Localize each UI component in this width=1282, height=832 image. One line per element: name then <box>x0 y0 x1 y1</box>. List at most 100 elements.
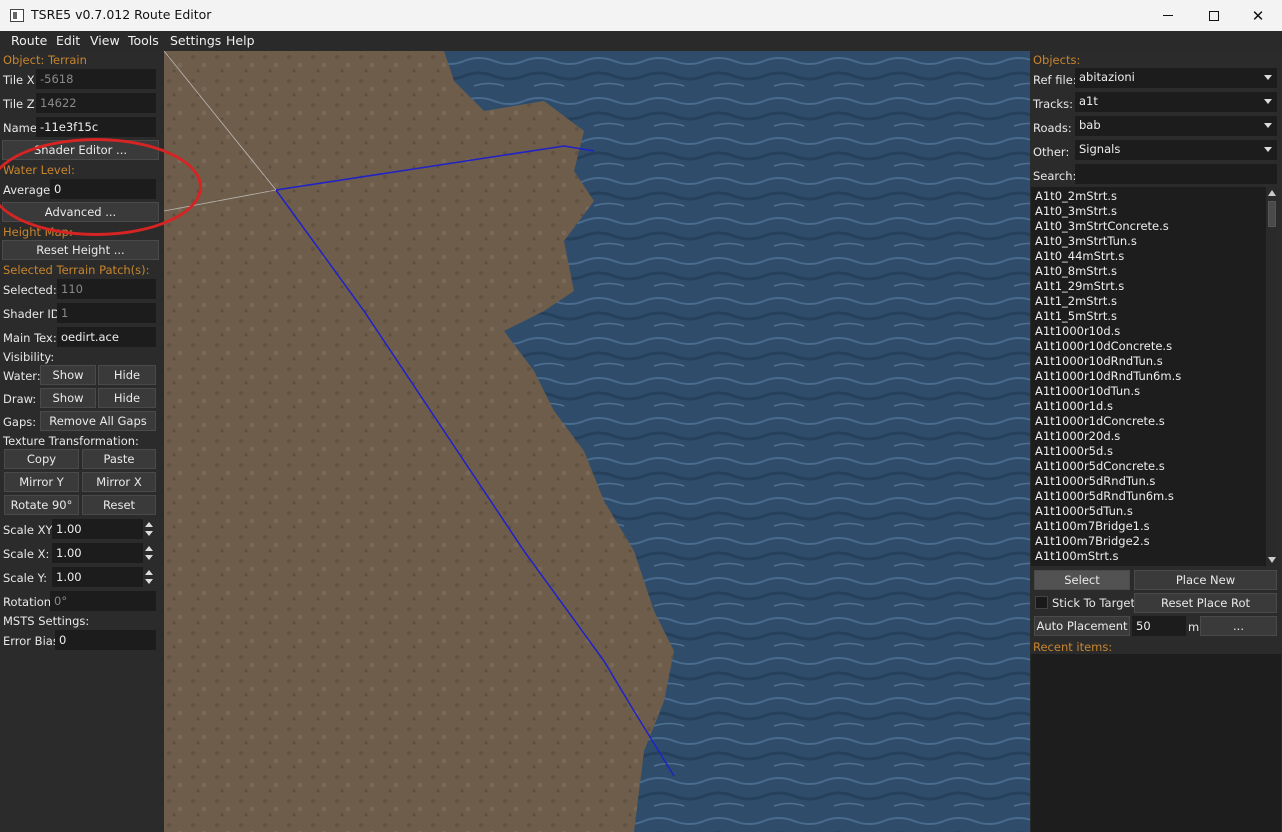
water-hide-button[interactable]: Hide <box>98 365 156 385</box>
stick-to-target-checkbox[interactable] <box>1035 596 1048 609</box>
list-item[interactable]: A1t1000r1d.s <box>1035 399 1113 413</box>
list-item[interactable]: A1t100m7Bridge2.s <box>1035 534 1150 548</box>
maximize-button[interactable] <box>1191 0 1237 31</box>
list-item[interactable]: A1t1000r10d.s <box>1035 324 1120 338</box>
place-new-button[interactable]: Place New <box>1134 570 1277 590</box>
list-item[interactable]: A1t0_2mStrt.s <box>1035 189 1117 203</box>
other-value: Signals <box>1079 142 1121 156</box>
reset-place-rot-button[interactable]: Reset Place Rot <box>1134 593 1277 613</box>
scale-y-stepper[interactable] <box>144 567 155 587</box>
scale-x-field[interactable]: 1.00 <box>52 543 143 563</box>
chevron-down-icon <box>1264 147 1272 152</box>
remove-all-gaps-button[interactable]: Remove All Gaps <box>40 411 156 431</box>
list-item[interactable]: A1t1000r10dRndTun6m.s <box>1035 369 1181 383</box>
msts-settings-label: MSTS Settings: <box>3 614 90 628</box>
menu-tools[interactable]: Tools <box>128 33 159 48</box>
list-item[interactable]: A1t1_2mStrt.s <box>1035 294 1117 308</box>
scroll-thumb[interactable] <box>1268 201 1276 227</box>
list-item[interactable]: A1t1000r10dRndTun.s <box>1035 354 1163 368</box>
name-field[interactable]: -11e3f15c <box>36 117 156 137</box>
other-dropdown[interactable]: Signals <box>1075 140 1277 160</box>
minimize-button[interactable] <box>1145 0 1191 31</box>
list-item[interactable]: A1t0_8mStrt.s <box>1035 264 1117 278</box>
copy-button[interactable]: Copy <box>4 449 79 469</box>
menu-edit[interactable]: Edit <box>56 33 80 48</box>
placement-distance-field[interactable]: 50 <box>1132 616 1186 636</box>
scale-xy-stepper[interactable] <box>144 519 155 539</box>
scale-xy-label: Scale XY <box>3 523 53 537</box>
mirror-y-button[interactable]: Mirror Y <box>4 472 79 492</box>
terrain-scene <box>164 51 1030 832</box>
tile-x-field[interactable]: -5618 <box>36 69 156 89</box>
rotate-90-button[interactable]: Rotate 90° <box>4 495 79 515</box>
shader-id-field[interactable]: 1 <box>57 303 156 323</box>
scale-x-label: Scale X: <box>3 547 50 561</box>
menu-route[interactable]: Route <box>11 33 47 48</box>
scale-x-stepper[interactable] <box>144 543 155 563</box>
list-item[interactable]: A1t1000r10dTun.s <box>1035 384 1140 398</box>
roads-value: bab <box>1079 118 1101 132</box>
list-item[interactable]: A1t1_29mStrt.s <box>1035 279 1124 293</box>
scale-y-label: Scale Y: <box>3 571 47 585</box>
list-item[interactable]: A1t1000r5d.s <box>1035 444 1113 458</box>
tile-z-field[interactable]: 14622 <box>36 93 156 113</box>
list-item[interactable]: A1t1000r5dTun.s <box>1035 504 1133 518</box>
scale-y-field[interactable]: 1.00 <box>52 567 143 587</box>
mirror-x-button[interactable]: Mirror X <box>82 472 156 492</box>
menu-bar: Route Edit View Tools Settings Help <box>0 31 1282 51</box>
error-bias-label: Error Bias: <box>3 634 63 648</box>
roads-dropdown[interactable]: bab <box>1075 116 1277 136</box>
water-show-button[interactable]: Show <box>40 365 96 385</box>
list-item[interactable]: A1t1000r20d.s <box>1035 429 1120 443</box>
scale-xy-field[interactable]: 1.00 <box>52 519 143 539</box>
average-water-field[interactable]: 0 <box>50 179 156 199</box>
menu-settings[interactable]: Settings <box>170 33 221 48</box>
list-item[interactable]: A1t1000r5dRndTun6m.s <box>1035 489 1174 503</box>
chevron-down-icon <box>1264 123 1272 128</box>
window-title: TSRE5 v0.7.012 Route Editor <box>31 7 212 22</box>
list-item[interactable]: A1t1000r5dRndTun.s <box>1035 474 1155 488</box>
list-item[interactable]: A1t0_3mStrtTun.s <box>1035 234 1137 248</box>
list-item[interactable]: A1t100m7Bridge1.s <box>1035 519 1150 533</box>
roads-label: Roads: <box>1033 121 1072 135</box>
list-item[interactable]: A1t0_3mStrtConcrete.s <box>1035 219 1169 233</box>
draw-show-button[interactable]: Show <box>40 388 96 408</box>
list-item[interactable]: A1t100mStrt.s <box>1035 549 1119 563</box>
3d-viewport[interactable] <box>164 51 1030 832</box>
select-button[interactable]: Select <box>1034 570 1130 590</box>
paste-button[interactable]: Paste <box>82 449 156 469</box>
gaps-label: Gaps: <box>3 415 37 429</box>
tracks-dropdown[interactable]: a1t <box>1075 92 1277 112</box>
ref-file-dropdown[interactable]: abitazioni <box>1075 68 1277 88</box>
distance-unit: m <box>1188 620 1200 634</box>
auto-placement-button[interactable]: Auto Placement <box>1034 616 1130 636</box>
main-tex-field[interactable]: oedirt.ace <box>57 327 156 347</box>
search-input[interactable] <box>1075 164 1277 184</box>
close-button[interactable]: ✕ <box>1235 0 1281 31</box>
object-list[interactable]: A1t100mStrt.s A1t100m7Bridge2.s A1t100m7Br… <box>1031 187 1278 566</box>
list-item[interactable]: A1t1_5mStrt.s <box>1035 309 1117 323</box>
recent-items-list[interactable] <box>1031 654 1281 832</box>
menu-help[interactable]: Help <box>226 33 255 48</box>
reset-height-button[interactable]: Reset Height ... <box>2 240 159 260</box>
list-item[interactable]: A1t1000r5dConcrete.s <box>1035 459 1165 473</box>
more-options-button[interactable]: ... <box>1200 616 1277 636</box>
menu-view[interactable]: View <box>90 33 120 48</box>
chevron-down-icon <box>1264 75 1272 80</box>
list-item[interactable]: A1t1000r1dConcrete.s <box>1035 414 1165 428</box>
list-item[interactable]: A1t0_3mStrt.s <box>1035 204 1117 218</box>
list-item[interactable]: A1t0_44mStrt.s <box>1035 249 1124 263</box>
rotation-field[interactable]: 0° <box>50 591 156 611</box>
advanced-button[interactable]: Advanced ... <box>2 202 159 222</box>
list-scrollbar[interactable] <box>1266 187 1278 566</box>
list-item[interactable]: A1t1000r10dConcrete.s <box>1035 339 1172 353</box>
error-bias-field[interactable]: 0 <box>55 630 156 650</box>
scroll-up-icon[interactable] <box>1268 190 1276 196</box>
tile-x-label: Tile X: <box>3 73 39 87</box>
shader-editor-button[interactable]: Shader Editor ... <box>2 140 159 160</box>
draw-hide-button[interactable]: Hide <box>98 388 156 408</box>
reset-transform-button[interactable]: Reset <box>82 495 156 515</box>
ref-file-value: abitazioni <box>1079 70 1135 84</box>
selected-field[interactable]: 110 <box>57 279 156 299</box>
scroll-down-icon[interactable] <box>1268 557 1276 563</box>
